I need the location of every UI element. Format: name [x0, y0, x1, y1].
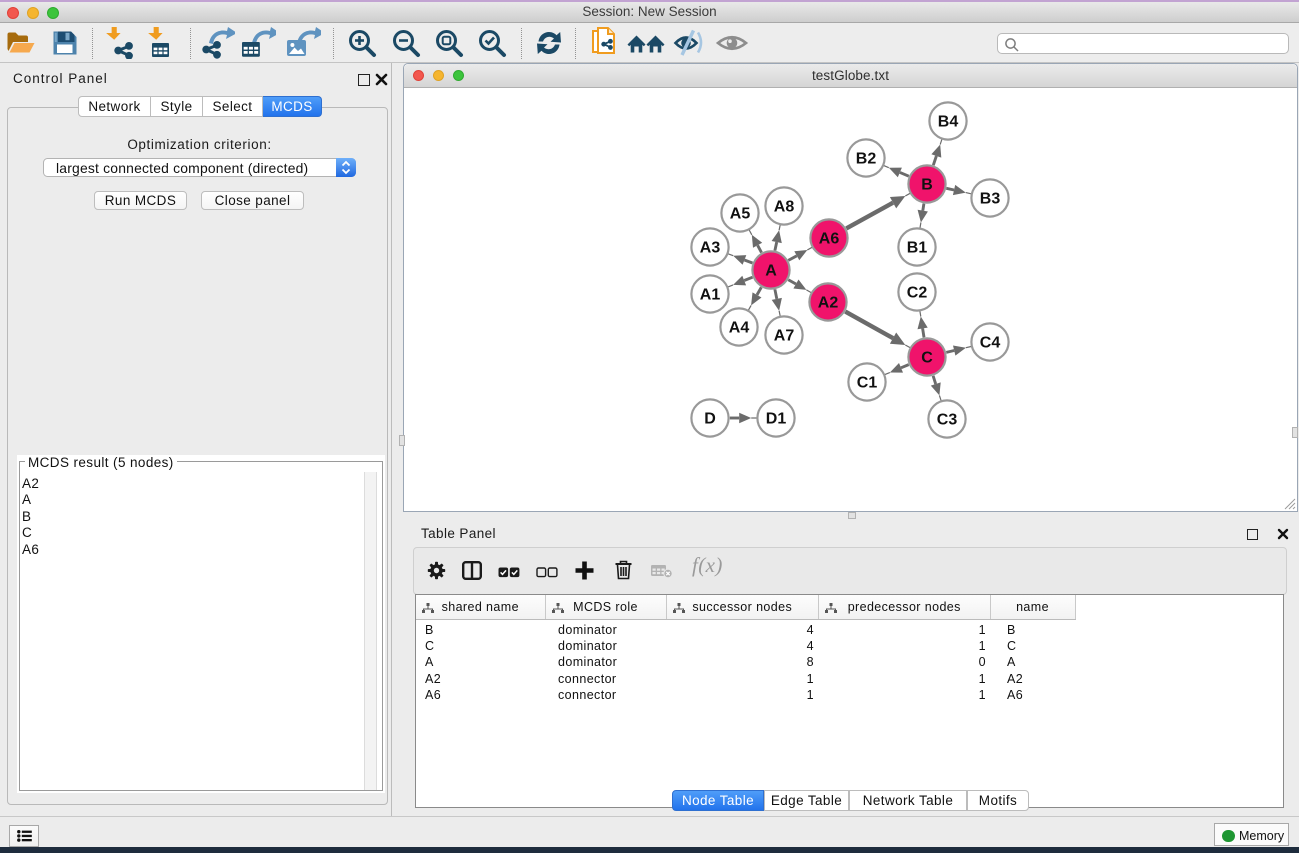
- svg-text:D1: D1: [766, 410, 787, 427]
- svg-text:C2: C2: [907, 284, 928, 301]
- svg-text:C4: C4: [980, 334, 1001, 351]
- svg-text:C: C: [921, 349, 933, 366]
- svg-text:A5: A5: [730, 205, 751, 222]
- svg-text:D: D: [704, 410, 716, 427]
- svg-text:B: B: [921, 176, 933, 193]
- svg-text:C3: C3: [937, 411, 958, 428]
- svg-text:A2: A2: [818, 294, 839, 311]
- svg-text:B2: B2: [856, 150, 877, 167]
- svg-text:A4: A4: [729, 319, 750, 336]
- svg-text:B1: B1: [907, 239, 928, 256]
- svg-text:A1: A1: [700, 286, 721, 303]
- svg-text:C1: C1: [857, 374, 878, 391]
- svg-text:A8: A8: [774, 198, 795, 215]
- svg-text:B4: B4: [938, 113, 959, 130]
- svg-text:A: A: [765, 262, 777, 279]
- svg-text:A7: A7: [774, 327, 795, 344]
- svg-text:B3: B3: [980, 190, 1001, 207]
- svg-text:A3: A3: [700, 239, 721, 256]
- svg-text:A6: A6: [819, 230, 840, 247]
